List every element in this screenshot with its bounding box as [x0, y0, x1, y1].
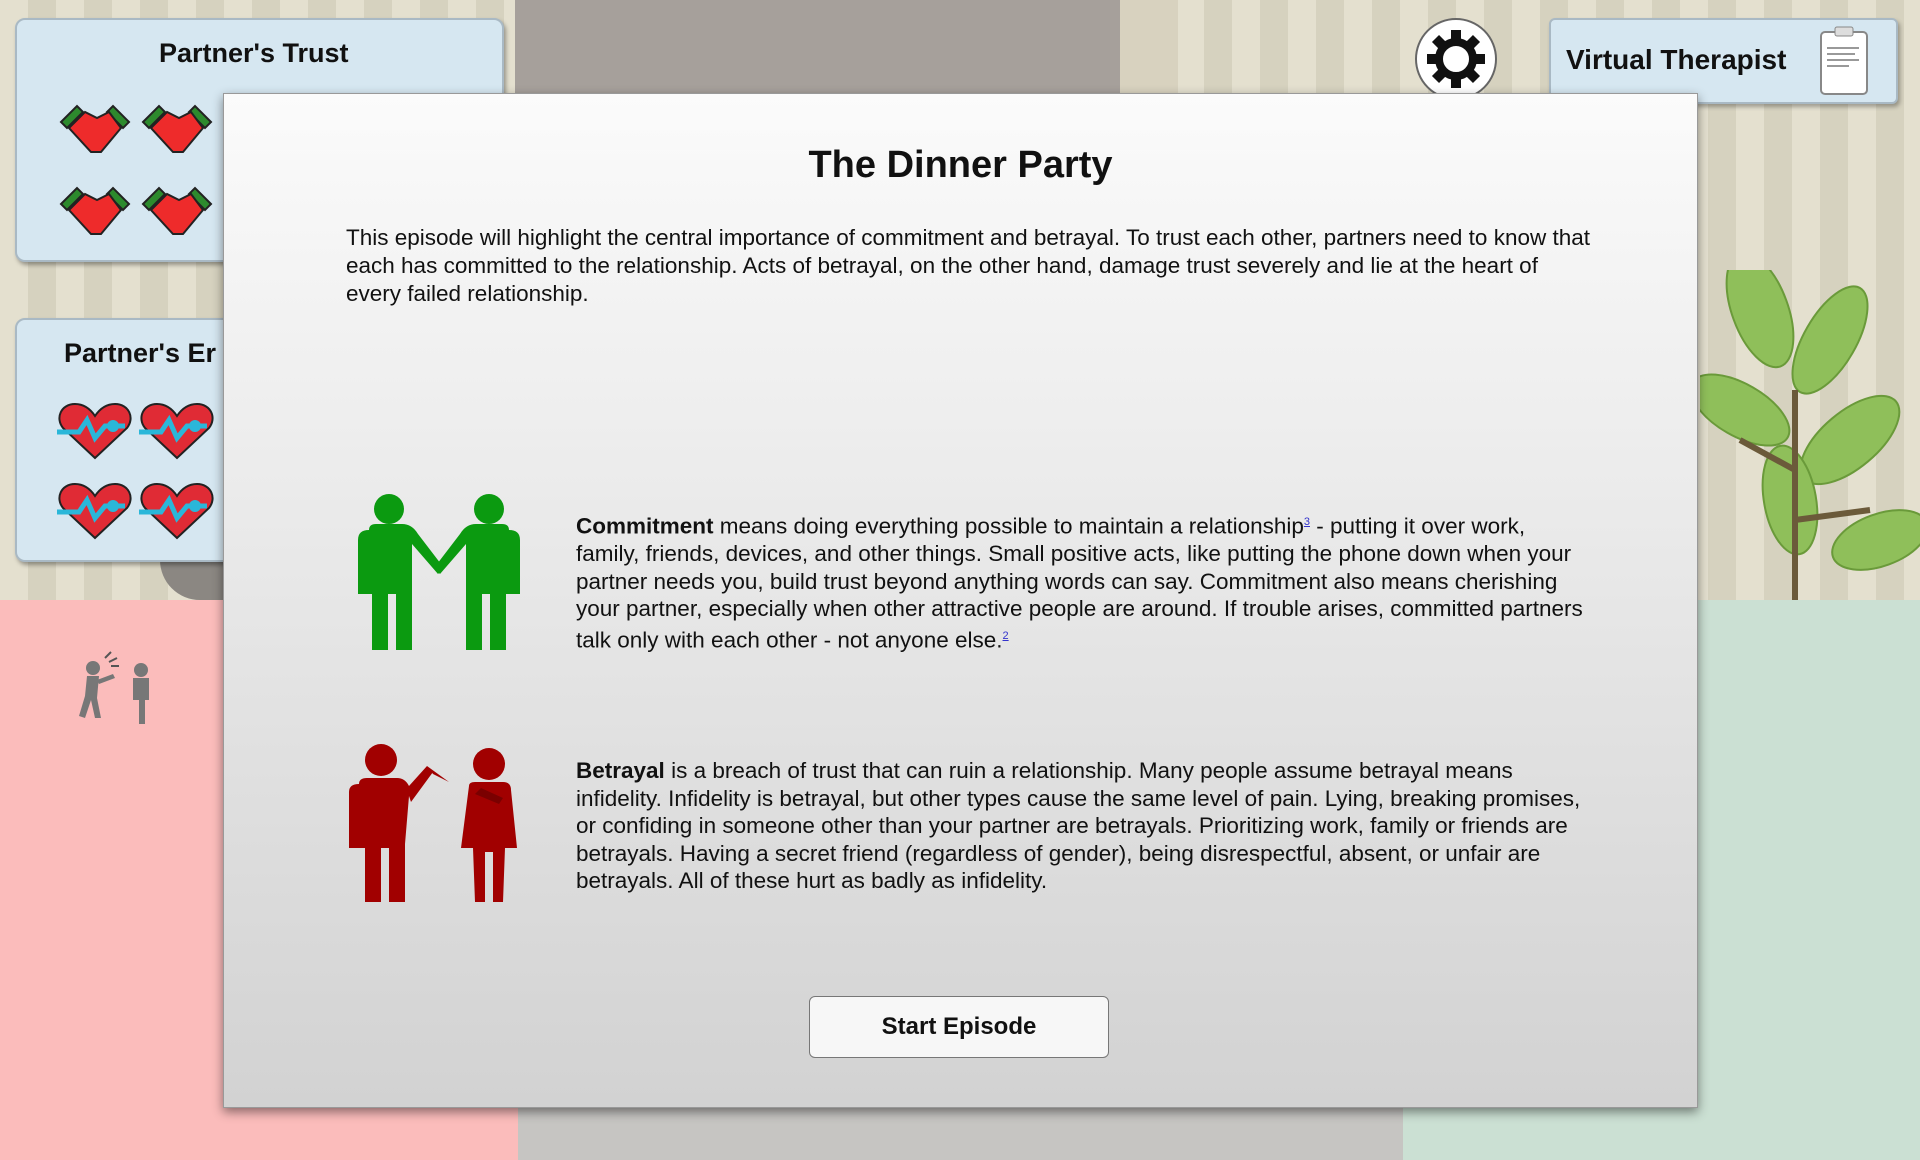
virtual-therapist-label: Virtual Therapist: [1566, 44, 1787, 75]
betrayal-stabbing-icon: [349, 744, 517, 902]
episode-intro-text: This episode will highlight the central …: [346, 225, 1591, 306]
betrayal-text: is a breach of trust that can ruin a rel…: [576, 758, 1581, 893]
handshake-icon: [59, 186, 131, 235]
commitment-term: Commitment: [576, 513, 714, 539]
footnote-link[interactable]: 2: [1003, 630, 1009, 642]
partner-trust-title: Partner's Trust: [159, 38, 349, 68]
holding-hands-icon: [358, 494, 520, 650]
episode-title: The Dinner Party: [808, 144, 1113, 186]
handshake-icon: [141, 186, 213, 235]
partner-emotion-title: Partner's Er: [64, 338, 216, 368]
commitment-text-a: means doing everything possible to maint…: [713, 513, 1304, 539]
episode-intro-dialog: The Dinner Party This episode will highl…: [223, 93, 1698, 1108]
virtual-therapist-button[interactable]: Virtual Therapist: [1549, 18, 1898, 104]
heartbeat-icon: [57, 482, 132, 540]
arguing-figures-icon: [79, 651, 149, 724]
heartbeat-icon: [139, 402, 214, 460]
betrayal-term: Betrayal: [576, 758, 665, 783]
clipboard-icon: [1820, 26, 1868, 95]
trust-icon-grid: [55, 98, 219, 244]
gear-icon: [1427, 30, 1485, 88]
handshake-icon: [141, 104, 213, 153]
plant-illustration: [1700, 270, 1920, 600]
settings-button[interactable]: [1415, 18, 1497, 100]
heartbeat-icon: [57, 402, 132, 460]
commitment-description: Commitment means doing everything possib…: [576, 509, 1591, 654]
betrayal-description: Betrayal is a breach of trust that can r…: [576, 757, 1591, 895]
handshake-icon: [59, 104, 131, 153]
start-episode-button[interactable]: Start Episode: [809, 996, 1109, 1058]
heartbeat-icon: [139, 482, 214, 540]
emotion-icon-grid: [55, 400, 219, 542]
